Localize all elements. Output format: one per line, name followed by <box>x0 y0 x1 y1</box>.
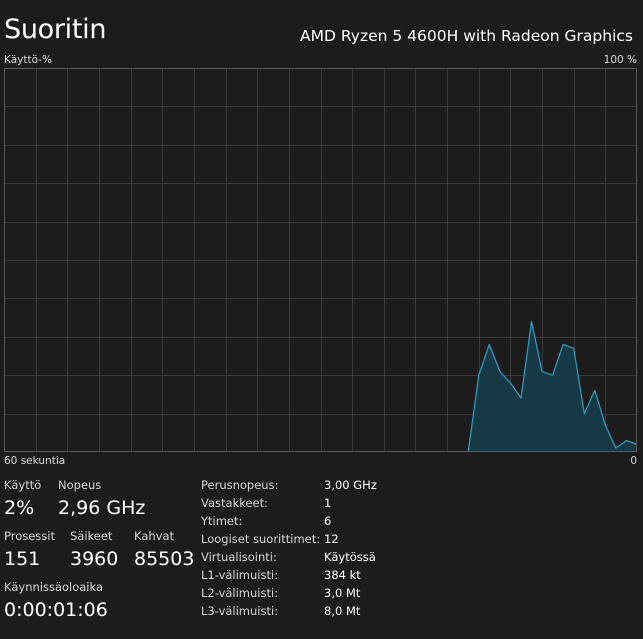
detail-value: 8,0 Mt <box>324 604 361 618</box>
detail-value: Käytössä <box>324 550 376 564</box>
speed-value: 2,96 GHz <box>58 497 146 519</box>
cpu-usage-graph[interactable] <box>4 68 637 452</box>
detail-key: Virtualisointi: <box>201 550 277 564</box>
speed-label: Nopeus <box>58 478 102 492</box>
detail-key: L1-välimuisti: <box>201 568 279 582</box>
detail-value: 6 <box>324 514 332 528</box>
detail-key: L3-välimuisti: <box>201 604 279 618</box>
detail-row-sockets: Vastakkeet: 1 <box>201 494 401 512</box>
detail-row-cores: Ytimet: 6 <box>201 512 401 530</box>
detail-row-l1-cache: L1-välimuisti: 384 kt <box>201 566 401 584</box>
cpu-details-list: Perusnopeus: 3,00 GHz Vastakkeet: 1 Ytim… <box>201 476 401 620</box>
cpu-usage-chart <box>4 68 637 452</box>
detail-value: 3,0 Mt <box>324 586 361 600</box>
graph-y-max-label: 100 % <box>603 54 637 66</box>
detail-value: 12 <box>324 532 339 546</box>
uptime-label: Käynnissäoloaika <box>4 580 104 594</box>
handles-label: Kahvat <box>134 529 175 543</box>
processes-label: Prosessit <box>4 529 55 543</box>
usage-label: Käyttö <box>4 478 42 492</box>
page-title: Suoritin <box>4 14 107 45</box>
detail-key: Perusnopeus: <box>201 478 279 492</box>
detail-key: Vastakkeet: <box>201 496 269 510</box>
detail-row-l3-cache: L3-välimuisti: 8,0 Mt <box>201 602 401 620</box>
threads-label: Säikeet <box>70 529 113 543</box>
cpu-model-name: AMD Ryzen 5 4600H with Radeon Graphics <box>300 27 633 45</box>
detail-value: 3,00 GHz <box>324 478 377 492</box>
uptime-value: 0:00:01:06 <box>4 599 108 621</box>
processes-value: 151 <box>4 548 41 570</box>
detail-row-logical-processors: Loogiset suorittimet: 12 <box>201 530 401 548</box>
handles-value: 85503 <box>134 548 195 570</box>
threads-value: 3960 <box>70 548 119 570</box>
detail-row-base-speed: Perusnopeus: 3,00 GHz <box>201 476 401 494</box>
detail-key: L2-välimuisti: <box>201 586 279 600</box>
usage-value: 2% <box>4 497 35 519</box>
detail-value: 384 kt <box>324 568 361 582</box>
graph-x-min-label: 0 <box>630 455 637 467</box>
detail-value: 1 <box>324 496 332 510</box>
graph-x-axis-label: 60 sekuntia <box>4 455 66 467</box>
detail-key: Ytimet: <box>201 514 243 528</box>
detail-key: Loogiset suorittimet: <box>201 532 321 546</box>
detail-row-virtualization: Virtualisointi: Käytössä <box>201 548 401 566</box>
graph-y-axis-label: Käyttö-% <box>4 54 52 66</box>
detail-row-l2-cache: L2-välimuisti: 3,0 Mt <box>201 584 401 602</box>
